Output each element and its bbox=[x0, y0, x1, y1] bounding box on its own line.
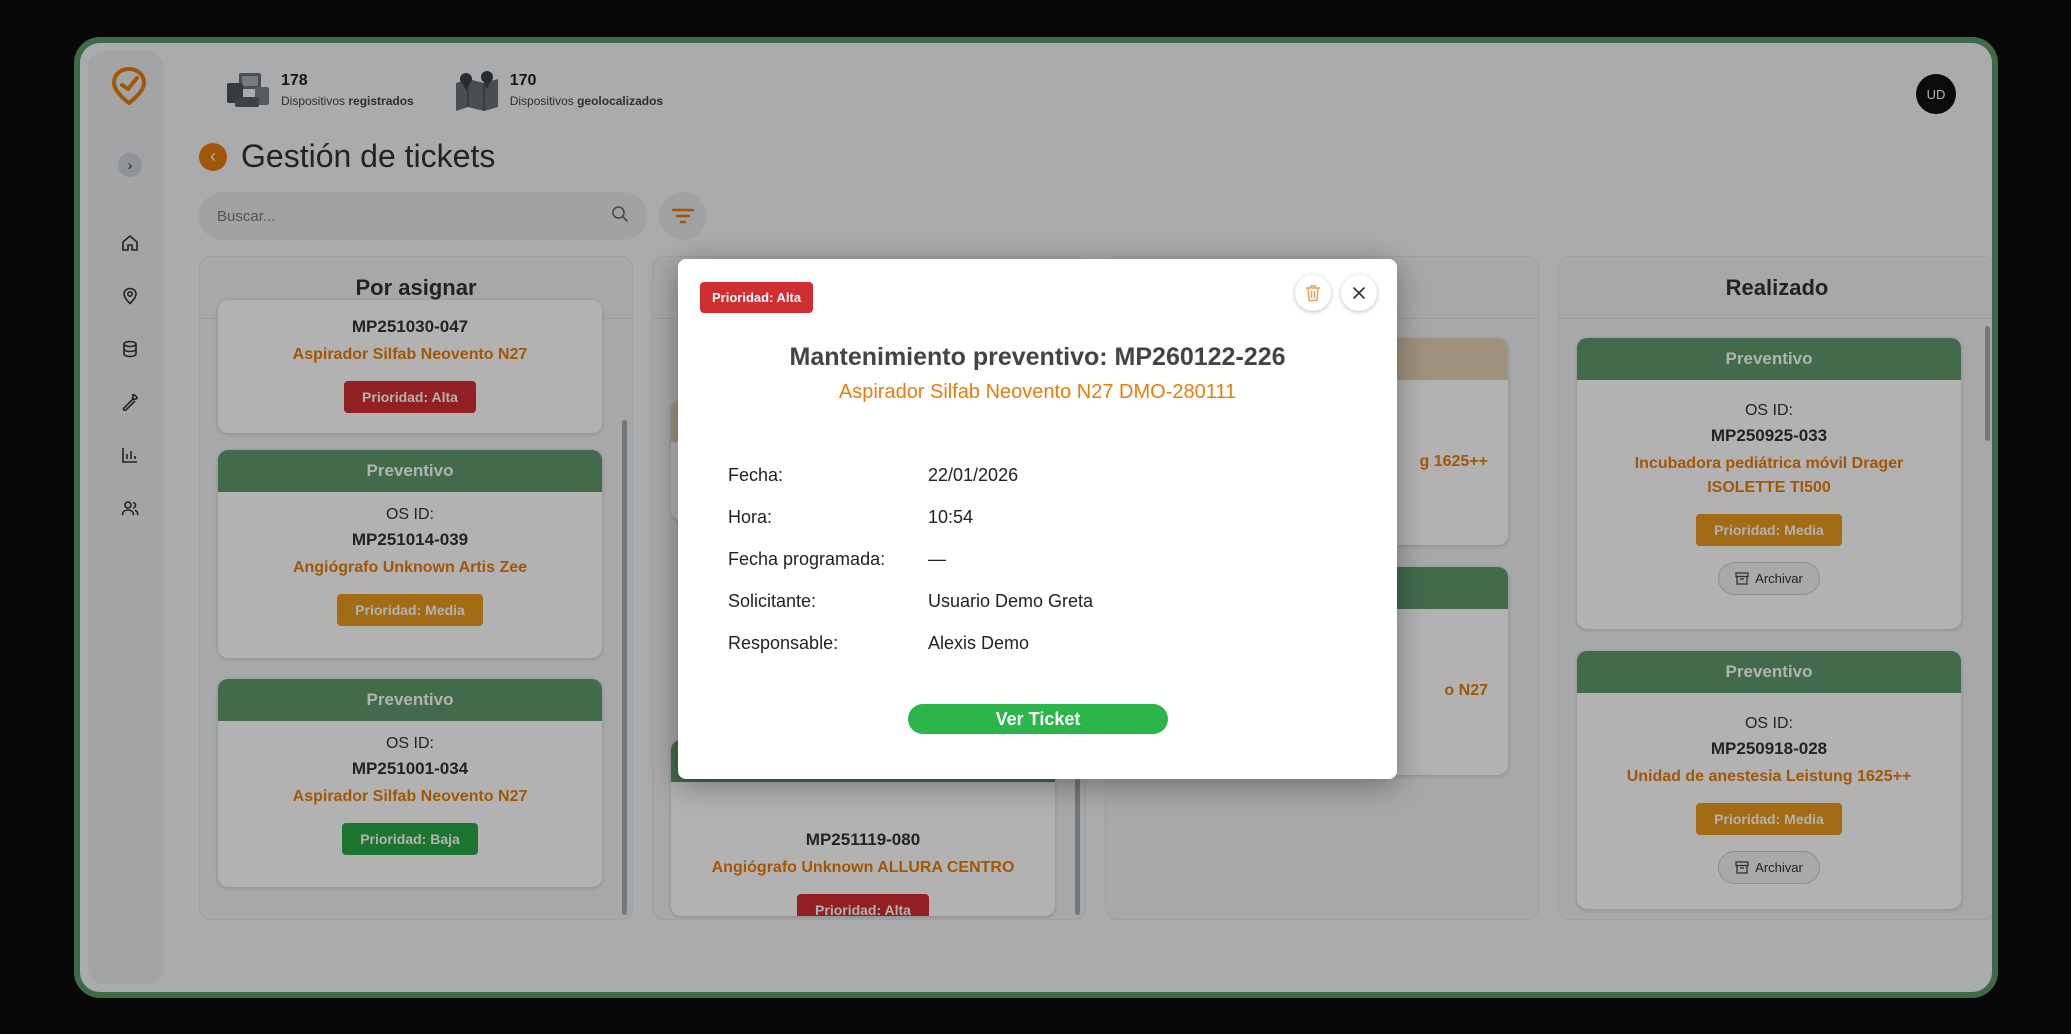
detail-label: Fecha programada: bbox=[728, 549, 886, 569]
detail-value: 10:54 bbox=[928, 507, 974, 527]
detail-row-responsable: Responsable: Alexis Demo bbox=[728, 633, 1093, 675]
detail-row-fecha-programada: Fecha programada: — bbox=[728, 549, 1093, 591]
ticket-details: Fecha: 22/01/2026 Hora: 10:54 Fecha prog… bbox=[728, 465, 1093, 675]
close-button[interactable] bbox=[1341, 275, 1377, 311]
view-ticket-button[interactable]: Ver Ticket bbox=[908, 704, 1168, 734]
detail-row-hora: Hora: 10:54 bbox=[728, 507, 1093, 549]
delete-button[interactable] bbox=[1295, 275, 1331, 311]
ticket-detail-modal: Prioridad: Alta Mantenimiento preventivo… bbox=[678, 259, 1397, 779]
detail-label: Solicitante: bbox=[728, 591, 817, 611]
detail-value: Alexis Demo bbox=[928, 633, 1030, 653]
detail-value: Usuario Demo Greta bbox=[928, 591, 1094, 611]
close-icon bbox=[1353, 287, 1365, 299]
modal-title: Mantenimiento preventivo: MP260122-226 bbox=[789, 343, 1286, 371]
modal-priority-badge: Prioridad: Alta bbox=[700, 282, 814, 313]
detail-label: Hora: bbox=[728, 507, 773, 527]
trash-icon bbox=[1306, 285, 1320, 302]
modal-device: Aspirador Silfab Neovento N27 DMO-280111 bbox=[838, 381, 1237, 403]
detail-value: — bbox=[928, 549, 946, 569]
detail-value: 22/01/2026 bbox=[928, 465, 1019, 485]
detail-row-solicitante: Solicitante: Usuario Demo Greta bbox=[728, 591, 1093, 633]
detail-label: Fecha: bbox=[728, 465, 784, 485]
detail-label: Responsable: bbox=[728, 633, 839, 653]
detail-row-fecha: Fecha: 22/01/2026 bbox=[728, 465, 1093, 507]
